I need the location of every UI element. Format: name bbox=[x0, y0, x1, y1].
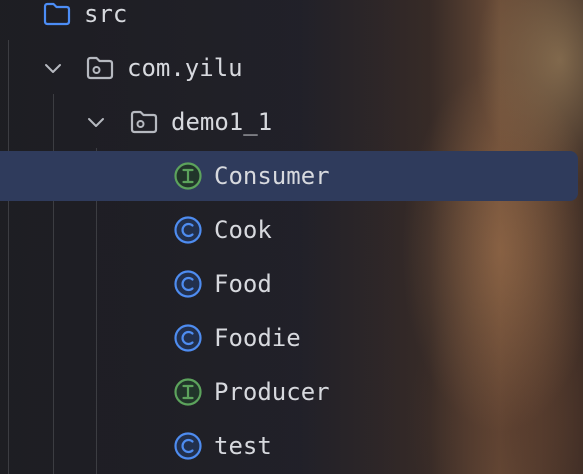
class-icon bbox=[173, 323, 203, 353]
tree-node-consumer[interactable]: Consumer bbox=[0, 149, 583, 203]
tree-node-label: Consumer bbox=[214, 162, 330, 190]
tree-node-label: com.yilu bbox=[127, 54, 243, 82]
class-icon bbox=[173, 269, 203, 299]
tree-node-food[interactable]: Food bbox=[0, 257, 583, 311]
tree-node-label: Cook bbox=[214, 216, 272, 244]
tree-node-label: src bbox=[84, 0, 128, 28]
chevron-down-icon[interactable] bbox=[86, 112, 106, 132]
tree-node-demo1-1[interactable]: demo1_1 bbox=[0, 95, 583, 149]
tree-node-producer[interactable]: Producer bbox=[0, 365, 583, 419]
package-folder-icon bbox=[129, 107, 159, 137]
tree-node-com-yilu[interactable]: com.yilu bbox=[0, 41, 583, 95]
tree-node-cook[interactable]: Cook bbox=[0, 203, 583, 257]
tree-node-label: Food bbox=[214, 270, 272, 298]
tree-node-label: demo1_1 bbox=[171, 108, 273, 136]
tree-node-label: Foodie bbox=[214, 324, 301, 352]
tree-node-label: Producer bbox=[214, 378, 330, 406]
folder-icon bbox=[42, 0, 72, 29]
tree-node-src[interactable]: src bbox=[0, 0, 583, 41]
tree-node-foodie[interactable]: Foodie bbox=[0, 311, 583, 365]
interface-icon bbox=[173, 377, 203, 407]
tree-node-label: test bbox=[214, 432, 272, 460]
package-folder-icon bbox=[85, 53, 115, 83]
class-icon bbox=[173, 215, 203, 245]
tree-node-test[interactable]: test bbox=[0, 419, 583, 473]
class-icon bbox=[173, 431, 203, 461]
interface-icon bbox=[173, 161, 203, 191]
project-tree[interactable]: src com.yilu demo1_1 Consumer Cook Food … bbox=[0, 0, 583, 474]
chevron-down-icon[interactable] bbox=[43, 58, 63, 78]
